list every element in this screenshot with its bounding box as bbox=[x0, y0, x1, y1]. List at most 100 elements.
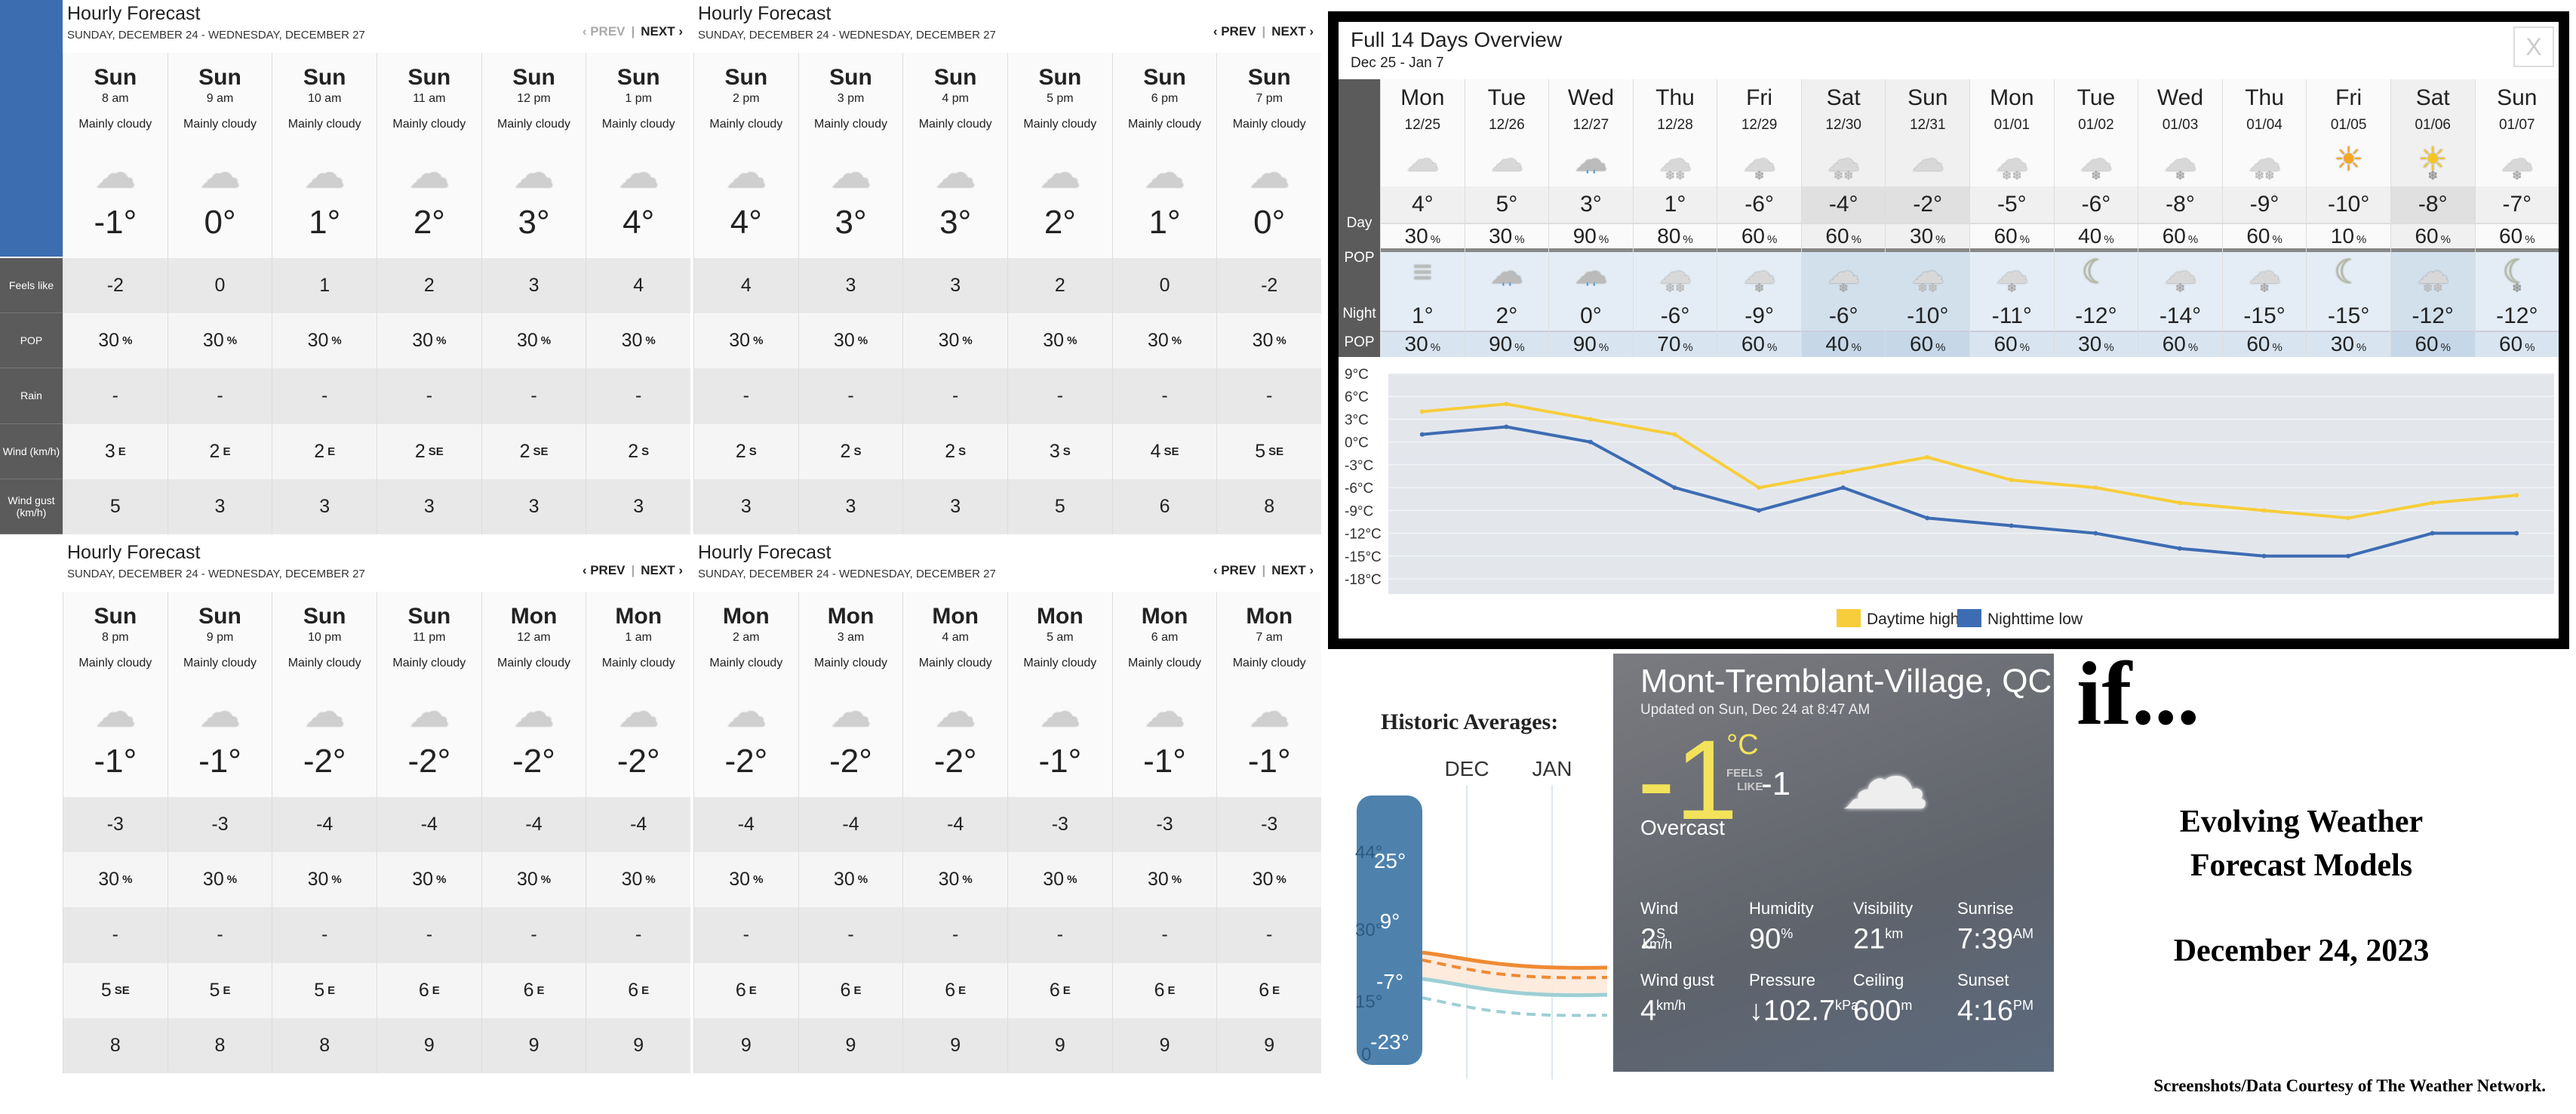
snow-icon: ☁ ❄❄ bbox=[1634, 255, 1717, 296]
cloud-icon: ☁ bbox=[304, 151, 346, 196]
pop-unit: % bbox=[1171, 334, 1182, 348]
feels-like-cell: -3 bbox=[1217, 797, 1322, 853]
icon-precip: ❄ bbox=[2512, 170, 2522, 183]
hour-time: 11 pm bbox=[413, 631, 446, 644]
hour-day: Sun bbox=[94, 604, 137, 629]
overview-day-column: Thu 12/28 ☁ ❄❄ 1° 80% ☁ ❄❄ -6° 70% bbox=[1632, 79, 1717, 357]
wind-direction: S bbox=[1062, 445, 1071, 458]
icon-precip: ʻ ʻ bbox=[1585, 168, 1597, 181]
pager-divider: | bbox=[1262, 563, 1266, 577]
pager: ‹ PREV | NEXT › bbox=[583, 24, 683, 39]
hour-time: 12 am bbox=[517, 631, 551, 644]
next-button[interactable]: NEXT › bbox=[1271, 563, 1314, 577]
hour-day: Mon bbox=[1037, 604, 1084, 629]
hour-column: Sun 10 pm Mainly cloudy ☁ -2° -4 30% - 5 E 8 bbox=[272, 592, 377, 1073]
pop-value: 60 bbox=[2246, 332, 2270, 355]
pop-value: 60 bbox=[1993, 332, 2018, 355]
hour-time: 11 am bbox=[413, 92, 446, 105]
hour-summary: Sun 9 pm Mainly cloudy ☁ -1° bbox=[168, 592, 272, 797]
pop-unit: % bbox=[2019, 233, 2030, 246]
month-dec: DEC bbox=[1444, 757, 1489, 780]
feels-like-value: 2 bbox=[423, 275, 435, 297]
hour-summary: Sun 7 pm Mainly cloudy ☁ 0° bbox=[1217, 53, 1322, 258]
flurries-icon: ☁ ❄ bbox=[2476, 143, 2559, 183]
average-range-band bbox=[1422, 952, 1607, 996]
hour-summary: Sun 11 am Mainly cloudy ☁ 2° bbox=[377, 53, 481, 258]
stat-value: 90 bbox=[1749, 923, 1781, 956]
feels-like-value: -4 bbox=[420, 814, 438, 836]
hour-temperature: 4° bbox=[622, 204, 655, 241]
stat-sunrise: Sunrise 7:39AM bbox=[1957, 899, 2063, 955]
night-temperature: -6° bbox=[1801, 303, 1886, 331]
pop-unit: % bbox=[1171, 873, 1182, 887]
wind-direction: E bbox=[536, 983, 545, 997]
pop-unit: % bbox=[2440, 233, 2451, 246]
next-button[interactable]: NEXT › bbox=[641, 24, 683, 38]
pop-cell: 30% bbox=[1112, 313, 1217, 369]
pager: ‹ PREV | NEXT › bbox=[1213, 563, 1314, 578]
feels-like-value: -3 bbox=[1156, 814, 1173, 836]
cloud-icon: ☁ bbox=[935, 690, 976, 735]
pop-value: 30 bbox=[833, 330, 855, 352]
night-temperature: -12° bbox=[2390, 303, 2475, 331]
hour-condition: Mainly cloudy bbox=[78, 657, 152, 669]
wind-gust-value: 3 bbox=[633, 495, 644, 517]
data-point bbox=[2177, 546, 2182, 551]
feels-like-value: -4 bbox=[947, 814, 964, 836]
day-temperature: -8° bbox=[2390, 186, 2475, 223]
rain-value: - bbox=[635, 924, 642, 946]
pager-divider: | bbox=[1262, 24, 1266, 38]
wind-direction: SE bbox=[114, 983, 130, 997]
night-icon-cell: ☁ ❄ bbox=[1801, 252, 1886, 303]
data-point bbox=[1419, 409, 1425, 414]
hour-day: Sun bbox=[198, 604, 241, 629]
hour-column: Mon 3 am Mainly cloudy ☁ -2° -4 30% - 6 E 9 bbox=[798, 592, 903, 1073]
hour-time: 5 am bbox=[1047, 631, 1074, 644]
next-button[interactable]: NEXT › bbox=[641, 563, 683, 577]
cloud-icon: ☁ bbox=[725, 690, 767, 735]
next-button[interactable]: NEXT › bbox=[1271, 24, 1314, 38]
icon-precip: ❄ bbox=[2427, 170, 2438, 183]
y-tick-label: 9°C bbox=[1345, 367, 1369, 383]
data-point bbox=[1504, 402, 1509, 407]
hour-day: Sun bbox=[303, 604, 346, 629]
flurries-icon: ☁ ❄ bbox=[1717, 255, 1801, 296]
day-name: Thu bbox=[2222, 79, 2307, 117]
stat-value-wrap: 4:16PM bbox=[1957, 990, 2063, 1026]
hour-condition: Mainly cloudy bbox=[497, 118, 570, 131]
y-tick-label: -6°C bbox=[1345, 481, 1373, 497]
y-tick-label: -18°C bbox=[1345, 572, 1382, 588]
day-pop: 60% bbox=[2138, 223, 2222, 248]
prev-button[interactable]: ‹ PREV bbox=[583, 563, 626, 577]
hour-column: Sun 7 pm Mainly cloudy ☁ 0° -2 30% - 5 SE 8 bbox=[1216, 53, 1322, 534]
data-point bbox=[1672, 485, 1677, 491]
wind-cell: 3E bbox=[63, 423, 168, 479]
panel-header: Hourly Forecast Sunday, December 24 - Wed… bbox=[693, 0, 1321, 53]
pop-value: 30 bbox=[621, 869, 643, 891]
feels-like-value: 0 bbox=[214, 275, 226, 297]
hour-temperature: -1° bbox=[198, 743, 241, 780]
close-button[interactable]: X bbox=[2513, 26, 2554, 67]
prev-button[interactable]: ‹ PREV bbox=[1213, 24, 1256, 38]
panel-header: Hourly Forecast Sunday, December 24 - Wed… bbox=[693, 539, 1321, 592]
day-name: Wed bbox=[1549, 79, 1633, 117]
y-tick-label: 0°C bbox=[1345, 435, 1369, 451]
pop-value: 30 bbox=[1910, 224, 1934, 248]
pop-unit: % bbox=[122, 873, 133, 887]
wind-gust-cell: 5 bbox=[63, 479, 168, 534]
icon-precip: ❄❄ bbox=[1665, 170, 1686, 183]
night-temperature: 0° bbox=[1549, 303, 1633, 331]
pager-divider: | bbox=[631, 563, 635, 577]
day-icon-cell: ☁ ❄ bbox=[2054, 140, 2138, 186]
pop-cell: 30% bbox=[798, 313, 903, 369]
hour-day: Sun bbox=[616, 65, 660, 90]
hour-day: Sun bbox=[512, 65, 555, 90]
icon-precip: ❄❄ bbox=[1917, 282, 1938, 295]
hour-summary: Sun 2 pm Mainly cloudy ☁ 4° bbox=[694, 53, 798, 258]
prev-button[interactable]: ‹ PREV bbox=[1213, 563, 1256, 577]
cloud-icon: ☁ bbox=[830, 151, 871, 196]
y-tick-label: -9°C bbox=[1345, 503, 1373, 519]
pop-value: 30 bbox=[621, 330, 643, 352]
flurries-icon: ☁ ❄ bbox=[1717, 143, 1801, 183]
hour-time: 8 pm bbox=[102, 631, 129, 644]
